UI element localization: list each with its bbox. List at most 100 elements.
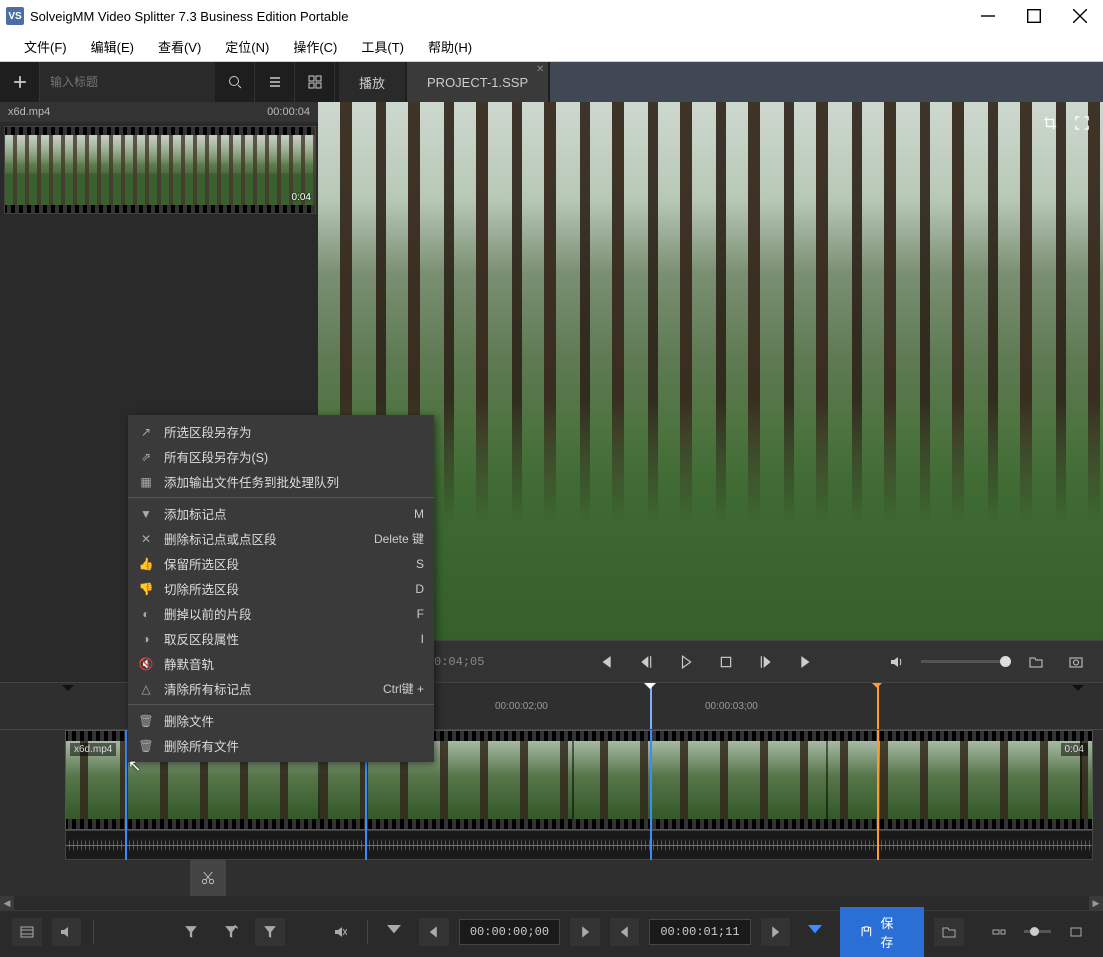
title-input[interactable] bbox=[40, 62, 215, 102]
play-forward-button[interactable] bbox=[671, 647, 701, 677]
scroll-left-button[interactable]: ◀ bbox=[0, 896, 14, 910]
ctx-save-selected[interactable]: ↗所选区段另存为 bbox=[128, 419, 434, 444]
menu-file[interactable]: 文件(F) bbox=[12, 32, 79, 61]
zoom-knob[interactable] bbox=[1030, 927, 1039, 936]
ctx-clear-markers[interactable]: △清除所有标记点Ctrl键 + bbox=[128, 676, 434, 701]
audio-icon[interactable] bbox=[52, 918, 82, 946]
mute-icon[interactable] bbox=[325, 918, 355, 946]
zoom-in-icon[interactable] bbox=[1061, 918, 1091, 946]
ctx-del-before[interactable]: ◐删掉以前的片段F bbox=[128, 601, 434, 626]
menu-operation[interactable]: 操作(C) bbox=[281, 32, 349, 61]
out-timecode[interactable]: 00:00:01;11 bbox=[649, 919, 750, 945]
marker-orange[interactable] bbox=[877, 683, 879, 729]
volume-knob[interactable] bbox=[1000, 656, 1011, 667]
maximize-button[interactable] bbox=[1011, 0, 1057, 32]
ruler-tick-label: 00:00:02;00 bbox=[495, 701, 548, 712]
menu-view[interactable]: 查看(V) bbox=[146, 32, 213, 61]
scroll-thumb[interactable] bbox=[14, 896, 1089, 910]
zoom-slider[interactable] bbox=[1024, 930, 1052, 933]
step-back-button[interactable] bbox=[631, 647, 661, 677]
trash-icon: 🗑 bbox=[138, 714, 154, 728]
clip-dur-label: 0:04 bbox=[1061, 743, 1088, 756]
skip-start-button[interactable] bbox=[591, 647, 621, 677]
list-view-button[interactable] bbox=[255, 62, 295, 102]
titlebar: VS SolveigMM Video Splitter 7.3 Business… bbox=[0, 0, 1103, 32]
menu-tools[interactable]: 工具(T) bbox=[349, 32, 416, 61]
marker-track[interactable] bbox=[877, 730, 879, 860]
menu-edit[interactable]: 编辑(E) bbox=[79, 32, 146, 61]
ctx-cut-sel[interactable]: 👎切除所选区段D bbox=[128, 576, 434, 601]
clip-thumbnail[interactable]: 0:04 bbox=[4, 126, 316, 214]
scroll-right-button[interactable]: ▶ bbox=[1089, 896, 1103, 910]
separator bbox=[367, 920, 368, 944]
audio-waveform[interactable] bbox=[65, 830, 1093, 860]
ctx-label: 静默音轨 bbox=[164, 654, 424, 673]
crop-icon[interactable] bbox=[1037, 110, 1063, 136]
ctx-label: 添加标记点 bbox=[164, 504, 404, 523]
prev-frame-button[interactable] bbox=[419, 918, 449, 946]
delete-marker-icon: ✕ bbox=[138, 532, 154, 546]
step-forward-button[interactable] bbox=[751, 647, 781, 677]
ctx-add-batch[interactable]: ▦添加输出文件任务到批处理队列 bbox=[128, 469, 434, 494]
folder-out-icon[interactable] bbox=[934, 918, 964, 946]
prev-marker-button[interactable] bbox=[610, 918, 640, 946]
save-label: 保存 bbox=[881, 913, 905, 951]
search-button[interactable] bbox=[215, 62, 255, 102]
menu-help[interactable]: 帮助(H) bbox=[416, 32, 484, 61]
tab-play[interactable]: 播放 bbox=[339, 62, 405, 102]
film-strip-decor bbox=[5, 127, 315, 135]
ctx-accel: S bbox=[416, 557, 424, 571]
clip-name-label: x6d.mp4 bbox=[8, 106, 50, 118]
invert-icon: ◑ bbox=[138, 632, 154, 646]
ctx-label: 切除所选区段 bbox=[164, 579, 405, 598]
stop-button[interactable] bbox=[711, 647, 741, 677]
tab-project[interactable]: PROJECT-1.SSP✕ bbox=[407, 62, 548, 102]
ctx-save-all[interactable]: ⇗所有区段另存为(S) bbox=[128, 444, 434, 469]
ctx-del-file[interactable]: 🗑删除文件 bbox=[128, 708, 434, 733]
snapshot-button[interactable] bbox=[1061, 647, 1091, 677]
ctx-invert[interactable]: ◑取反区段属性I bbox=[128, 626, 434, 651]
context-menu: ↗所选区段另存为 ⇗所有区段另存为(S) ▦添加输出文件任务到批处理队列 ▼ 添加… bbox=[128, 415, 434, 762]
film-icon[interactable] bbox=[12, 918, 42, 946]
filter-icon[interactable] bbox=[176, 918, 206, 946]
batch-icon: ▦ bbox=[138, 475, 154, 489]
volume-icon[interactable] bbox=[881, 647, 911, 677]
volume-slider[interactable] bbox=[921, 660, 1011, 663]
ctx-add-marker[interactable]: ▼添加标记点M bbox=[128, 501, 434, 526]
ctx-accel: Delete 键 bbox=[374, 530, 424, 547]
close-button[interactable] bbox=[1057, 0, 1103, 32]
minimize-button[interactable] bbox=[965, 0, 1011, 32]
playhead[interactable] bbox=[650, 683, 652, 729]
menu-position[interactable]: 定位(N) bbox=[213, 32, 281, 61]
fullscreen-icon[interactable] bbox=[1069, 110, 1095, 136]
next-marker-button[interactable] bbox=[761, 918, 791, 946]
skip-end-button[interactable] bbox=[791, 647, 821, 677]
save-button[interactable]: 保存 bbox=[840, 907, 924, 957]
thumb-duration: 0:04 bbox=[292, 192, 311, 203]
cut-line[interactable] bbox=[650, 730, 652, 860]
ctx-divider bbox=[128, 704, 434, 705]
open-folder-button[interactable] bbox=[1021, 647, 1051, 677]
next-frame-button[interactable] bbox=[570, 918, 600, 946]
cut-button[interactable] bbox=[190, 860, 226, 896]
marker-out-icon[interactable] bbox=[800, 918, 830, 946]
grid-view-button[interactable] bbox=[295, 62, 335, 102]
video-preview[interactable] bbox=[318, 102, 1103, 640]
marker-icon: ▼ bbox=[138, 507, 154, 521]
in-point[interactable] bbox=[125, 730, 127, 860]
in-timecode[interactable]: 00:00:00;00 bbox=[459, 919, 560, 945]
filter-active-icon[interactable] bbox=[255, 918, 285, 946]
marker-in-icon[interactable] bbox=[380, 918, 410, 946]
ctx-del-marker[interactable]: ✕删除标记点或点区段Delete 键 bbox=[128, 526, 434, 551]
export-icon: ↗ bbox=[138, 425, 154, 439]
zoom-out-icon[interactable] bbox=[984, 918, 1014, 946]
add-button[interactable] bbox=[0, 62, 40, 102]
ctx-keep-sel[interactable]: 👍保留所选区段S bbox=[128, 551, 434, 576]
film-strip-decor bbox=[5, 205, 315, 213]
export-all-icon: ⇗ bbox=[138, 450, 154, 464]
tab-close-icon[interactable]: ✕ bbox=[534, 63, 546, 75]
ctx-del-all[interactable]: 🗑删除所有文件 bbox=[128, 733, 434, 758]
ctx-mute[interactable]: 🔇静默音轨 bbox=[128, 651, 434, 676]
timeline-scrollbar[interactable]: ◀ ▶ bbox=[0, 896, 1103, 910]
filter-cut-icon[interactable] bbox=[216, 918, 246, 946]
